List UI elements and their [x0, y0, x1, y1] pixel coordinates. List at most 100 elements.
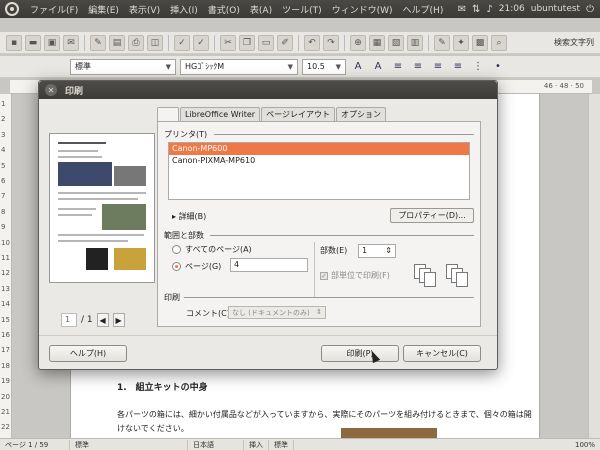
font-grow-icon[interactable]: A — [350, 59, 366, 75]
export-pdf-icon[interactable]: ▤ — [109, 34, 125, 51]
mail-icon[interactable]: ✉ — [458, 4, 466, 15]
font-size-value: 10.5 — [307, 62, 325, 71]
format-paintbrush-icon[interactable]: ✐ — [277, 34, 293, 51]
ruler-number: 4 — [1, 146, 6, 155]
edit-file-icon[interactable]: ✎ — [90, 34, 106, 51]
collate-checkbox[interactable]: ✓ 部単位で印刷(F) — [320, 270, 390, 281]
details-expander[interactable]: ▸ 詳細(B) — [172, 211, 206, 222]
navigator-icon[interactable]: ✦ — [453, 34, 469, 51]
vertical-scrollbar[interactable] — [588, 94, 600, 440]
status-page[interactable]: ページ 1 / 59 — [0, 439, 70, 450]
clock[interactable]: 21:06 — [499, 4, 525, 14]
power-icon[interactable]: ⏻ — [586, 4, 594, 15]
paragraph-style-value: 標準 — [75, 62, 91, 71]
pages-radio[interactable]: ページ(G) — [172, 261, 221, 272]
print-icon[interactable]: ⎙ — [128, 34, 144, 51]
status-insert-mode[interactable]: 挿入 — [244, 439, 269, 450]
status-zoom[interactable]: 100% — [570, 441, 600, 449]
menu-insert[interactable]: 挿入(I) — [165, 3, 203, 16]
menu-table[interactable]: 表(A) — [245, 3, 277, 16]
properties-button[interactable]: プロパティー(D)... — [390, 208, 474, 223]
toolbar-separator — [428, 34, 429, 51]
network-icon[interactable]: ⇅ — [472, 4, 480, 15]
status-style[interactable]: 標準 — [70, 439, 188, 450]
printer-item-canon-pixma-mp610[interactable]: Canon-PIXMA-MP610 — [169, 155, 469, 167]
pages-input[interactable]: 4 — [230, 258, 308, 272]
user-name[interactable]: ubuntutest — [531, 4, 580, 14]
chart-icon[interactable]: ▥ — [407, 34, 423, 51]
ruler-number: 7 — [1, 192, 6, 201]
ruler-number: 8 — [1, 207, 6, 216]
hyperlink-icon[interactable]: ⊕ — [350, 34, 366, 51]
status-language[interactable]: 日本語 — [188, 439, 244, 450]
menu-format[interactable]: 書式(O) — [203, 3, 245, 16]
menu-file[interactable]: ファイル(F) — [25, 3, 83, 16]
save-icon[interactable]: ▣ — [44, 34, 60, 51]
menu-help[interactable]: ヘルプ(H) — [398, 3, 449, 16]
tab-general[interactable] — [157, 107, 179, 121]
ruler-number: 18 — [1, 361, 10, 370]
ruler-number: 11 — [1, 254, 10, 262]
status-bar: ページ 1 / 59 標準 日本語 挿入 標準 100% — [0, 438, 600, 450]
menu-tools[interactable]: ツール(T) — [277, 3, 327, 16]
spinner-arrows-icon[interactable]: ⇕ — [385, 246, 392, 256]
previous-page-icon[interactable]: ◀ — [96, 313, 109, 327]
email-icon[interactable]: ✉ — [63, 34, 79, 51]
align-right-icon[interactable]: ≡ — [430, 59, 446, 75]
copies-spinner[interactable]: 1 ⇕ — [358, 244, 396, 258]
cut-icon[interactable]: ✂ — [220, 34, 236, 51]
align-left-icon[interactable]: ≡ — [390, 59, 406, 75]
ruler-number: 10 — [1, 238, 10, 247]
justify-icon[interactable]: ≡ — [450, 59, 466, 75]
spellcheck-icon[interactable]: ✓ — [174, 34, 190, 51]
show-draw-icon[interactable]: ✎ — [434, 34, 450, 51]
paragraph-style-select[interactable]: 標準 ▼ — [70, 58, 176, 75]
tab-writer[interactable]: LibreOffice Writer — [180, 107, 261, 121]
general-panel: プリンタ(T) Canon-MP600 Canon-PIXMA-MP610 ▸ … — [157, 121, 481, 327]
bullet-list-icon[interactable]: • — [490, 59, 506, 75]
all-pages-radio[interactable]: すべてのページ(A) — [172, 244, 252, 255]
document-heading: 1. 組立キットの中身 — [117, 383, 208, 393]
next-page-icon[interactable]: ▶ — [112, 313, 125, 327]
table-icon[interactable]: ▦ — [369, 34, 385, 51]
new-document-icon[interactable]: ▪ — [6, 34, 22, 51]
vertical-divider — [314, 242, 315, 298]
help-button[interactable]: ヘルプ(H) — [49, 345, 127, 362]
numbered-list-icon[interactable]: ⋮ — [470, 59, 486, 75]
font-size-select[interactable]: 10.5 ▼ — [302, 58, 346, 75]
preview-text-line — [58, 240, 128, 242]
paste-icon[interactable]: ▭ — [258, 34, 274, 51]
tab-options[interactable]: オプション — [335, 107, 386, 121]
volume-icon[interactable]: ♪ — [486, 4, 492, 15]
close-icon[interactable]: ✕ — [45, 84, 57, 96]
open-folder-icon[interactable]: ▬ — [25, 34, 41, 51]
autospell-icon[interactable]: ✓ — [193, 34, 209, 51]
copy-icon[interactable]: ❐ — [239, 34, 255, 51]
find-field-label[interactable]: 検索文字列 — [554, 37, 594, 48]
undo-icon[interactable]: ↶ — [304, 34, 320, 51]
printer-list[interactable]: Canon-MP600 Canon-PIXMA-MP610 — [168, 142, 470, 200]
font-shrink-icon[interactable]: A — [370, 59, 386, 75]
tab-page-layout[interactable]: ページレイアウト — [261, 107, 335, 121]
preview-text-line — [58, 214, 92, 216]
print-preview-icon[interactable]: ◫ — [147, 34, 163, 51]
image-icon[interactable]: ▧ — [388, 34, 404, 51]
print-button[interactable]: 印刷(P) — [321, 345, 399, 362]
status-selection-mode[interactable]: 標準 — [269, 439, 294, 450]
align-center-icon[interactable]: ≡ — [410, 59, 426, 75]
collate-pages-icon — [414, 264, 440, 287]
print-section-label: 印刷 — [164, 293, 180, 302]
printer-item-canon-mp600[interactable]: Canon-MP600 — [169, 143, 469, 155]
ubuntu-logo-icon[interactable] — [5, 2, 19, 16]
menu-edit[interactable]: 編集(E) — [83, 3, 124, 16]
redo-icon[interactable]: ↷ — [323, 34, 339, 51]
comment-select[interactable]: なし (ドキュメントのみ) ⇕ — [228, 306, 326, 319]
gallery-icon[interactable]: ▩ — [472, 34, 488, 51]
cancel-button[interactable]: キャンセル(C) — [403, 345, 481, 362]
preview-page-input[interactable]: 1 — [61, 313, 77, 327]
vertical-ruler[interactable]: 1 2 3 4 5 6 7 8 9 10 11 12 13 14 15 16 17 18 19 20 21 22 — [0, 94, 12, 440]
menu-window[interactable]: ウィンドウ(W) — [327, 3, 398, 16]
zoom-icon[interactable]: ⌕ — [491, 34, 507, 51]
menu-view[interactable]: 表示(V) — [124, 3, 165, 16]
font-name-select[interactable]: HGｺﾞｼｯｸM ▼ — [180, 58, 298, 75]
